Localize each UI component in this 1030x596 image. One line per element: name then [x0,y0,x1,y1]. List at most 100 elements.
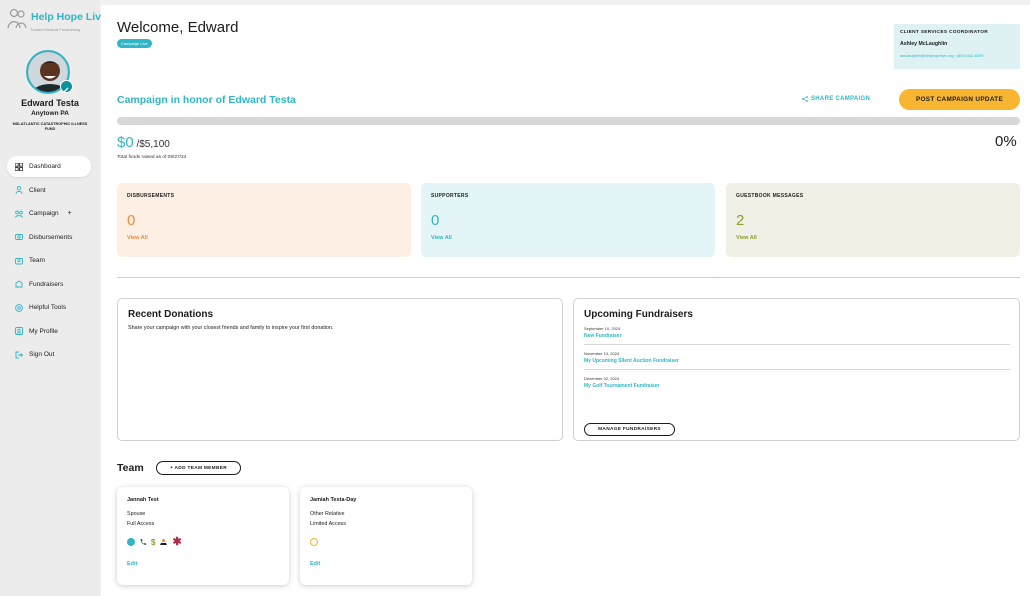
stat-value: 2 [736,212,745,229]
member-name: Jannah Test [127,497,159,503]
sidebar-item-dashboard[interactable]: Dashboard [7,156,91,177]
fundraiser-link[interactable]: My Golf Tournament Fundraiser [584,383,1010,389]
raised-note: Total funds raised as of 08/27/24 [117,155,187,160]
dashboard-grid-icon [15,162,23,171]
member-access: Limited Access [310,521,346,527]
sidebar-item-team[interactable]: Team [7,250,91,271]
sidebar-item-sign-out[interactable]: Sign Out [7,344,91,365]
fundraiser-date: December 02, 2024 [584,376,620,381]
sidebar-item-client[interactable]: Client [7,180,91,201]
fundraiser-link[interactable]: My Upcoming Silent Auction Fundraiser [584,358,1010,364]
manage-fundraisers-button[interactable]: MANAGE FUNDRAISERS [584,423,675,436]
fundraiser-date: September 10, 2024 [584,326,621,331]
stat-title: GUESTBOOK MESSAGES [736,193,804,199]
share-campaign-link[interactable]: SHARE CAMPAIGN [802,96,870,102]
sidebar-item-label: Fundraisers [29,280,64,288]
campaign-icon [15,210,23,218]
medical-asterisk-icon: ✱ [172,536,182,548]
sidebar-item-label: My Profile [29,327,58,335]
page-title: Welcome, Edward [117,19,239,36]
campaign-progress-bar [117,117,1020,125]
team-member-card: Jannah Test Spouse Full Access $ ✱ Edit [117,487,289,585]
share-icon [802,96,808,102]
sidebar-item-label: Dashboard [29,163,61,170]
profile-icon [15,327,23,335]
member-permissions: $ ✱ [127,536,279,548]
fundraiser-link[interactable]: New Fundraiser [584,333,1010,339]
sidebar-item-label: Disbursements [29,233,73,241]
coordinator-contact[interactable]: amclaughlin@helphopelive.org • (800) 642… [900,53,1014,58]
campaign-title: Campaign in honor of Edward Testa [117,94,296,106]
sidebar-item-disbursements[interactable]: Disbursements [7,227,91,248]
percent-raised: 0% [995,133,1017,150]
recent-donations-card: Recent Donations Share your campaign wit… [117,298,563,441]
list-item: November 13, 2024 My Upcoming Silent Auc… [584,351,1010,370]
raised-amount: $0 [117,134,134,151]
stat-value: 0 [431,212,440,229]
phone-icon [139,538,147,546]
upcoming-fundraisers-card: Upcoming Fundraisers September 10, 2024 … [573,298,1020,441]
stat-value: 0 [127,212,136,229]
view-all-disbursements-link[interactable]: View All [127,235,401,241]
dollar-icon: $ [151,537,156,547]
help-icon [15,303,23,312]
view-all-guestbook-link[interactable]: View All [736,235,1010,241]
coordinator-card: CLIENT SERVICES COORDINATOR Ashley McLau… [894,24,1020,69]
member-access: Full Access [127,521,155,527]
stat-title: SUPPORTERS [431,193,469,199]
pencil-icon [64,87,69,92]
user-location: Anytown PA [31,110,69,117]
edit-member-link[interactable]: Edit [310,561,462,567]
member-relation: Other Relative [310,511,345,517]
recent-donations-title: Recent Donations [128,309,214,320]
sidebar-item-label: Sign Out [29,351,55,358]
sidebar-nav: Dashboard Client Campaign + Disbursement… [7,156,91,368]
coordinator-name: Ashley McLaughlin [900,41,948,47]
goal-amount: /$5,100 [133,139,170,150]
fundraisers-icon [15,280,23,288]
pending-status-icon [310,538,318,546]
fundraiser-date: November 13, 2024 [584,351,620,356]
view-all-supporters-link[interactable]: View All [431,235,705,241]
stat-title: DISBURSEMENTS [127,193,175,199]
list-item: September 10, 2024 New Fundraiser [584,326,1010,345]
sidebar: Help Hope Live Trusted Medical Fundraisi… [0,0,107,596]
sign-out-icon [15,351,23,359]
member-relation: Spouse [127,511,146,517]
active-status-icon [127,538,135,546]
share-campaign-label: SHARE CAMPAIGN [811,96,871,102]
sidebar-item-helpful-tools[interactable]: Helpful Tools [7,297,91,318]
team-icon [15,257,23,265]
add-team-member-button[interactable]: + ADD TEAM MEMBER [156,461,241,475]
sidebar-item-label: Client [29,186,46,194]
team-member-card: Jamiah Testa-Day Other Relative Limited … [300,487,472,585]
sidebar-item-my-profile[interactable]: My Profile [7,321,91,342]
post-campaign-update-button[interactable]: POST CAMPAIGN UPDATE [899,89,1020,110]
sidebar-item-label: Team [29,257,45,264]
logo[interactable]: Help Hope Live Trusted Medical Fundraisi… [6,8,107,35]
sidebar-item-label: Helpful Tools [29,304,67,311]
coordinator-title: CLIENT SERVICES COORDINATOR [900,30,989,35]
logo-text: Help Hope Live [31,11,107,23]
supporters-card: SUPPORTERS 0 View All [421,183,715,257]
status-badge: Campaign Live [117,39,152,48]
disbursements-card: DISBURSEMENTS 0 View All [117,183,411,257]
expand-campaign-icon[interactable]: + [68,210,72,217]
person-icon [15,186,23,194]
money-icon [15,233,23,241]
member-permissions [310,537,462,547]
sidebar-item-label: Campaign [29,210,59,217]
recent-donations-subtitle: Share your campaign with your closest fr… [128,325,334,331]
guestbook-card: GUESTBOOK MESSAGES 2 View All [726,183,1020,257]
sidebar-item-fundraisers[interactable]: Fundraisers [7,274,91,295]
edit-avatar-button[interactable] [60,80,73,93]
edit-member-link[interactable]: Edit [127,561,279,567]
member-name: Jamiah Testa-Day [310,497,357,503]
help-hope-live-logo-icon [6,8,28,35]
main-content: Welcome, Edward Campaign Live CLIENT SER… [101,5,1030,596]
divider [117,277,1020,278]
team-title: Team [117,462,144,474]
sidebar-item-campaign[interactable]: Campaign + [7,203,91,224]
user-fund: MID-ATLANTIC CATASTROPHIC ILLNESS FUND [12,122,88,131]
funds-raised: $0 /$5,100 [117,134,170,151]
